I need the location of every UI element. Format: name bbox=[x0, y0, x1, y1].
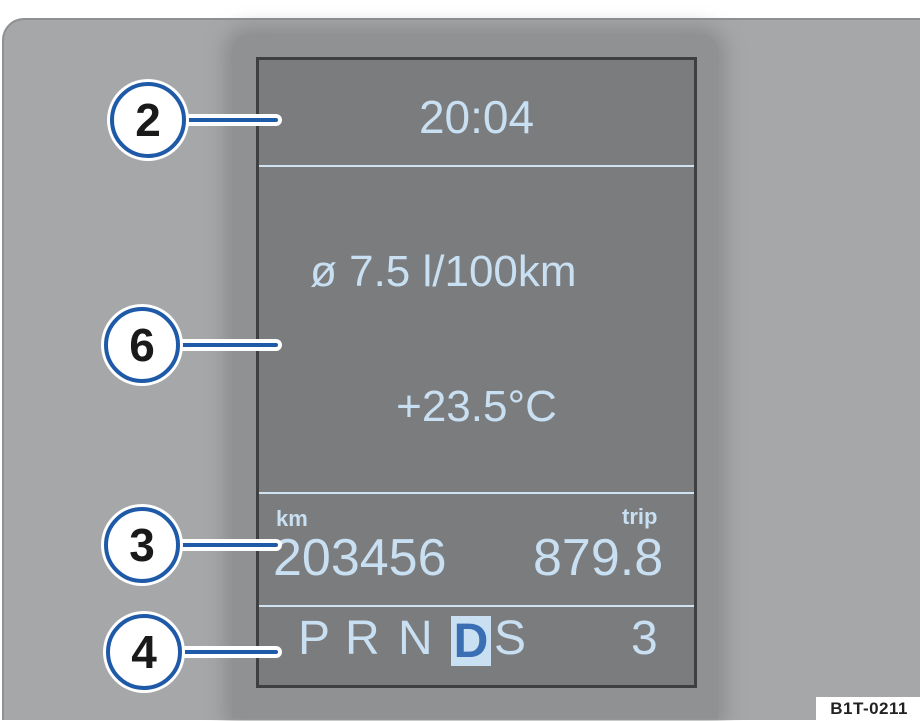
gear-r: R bbox=[345, 612, 380, 665]
callout-3-leader-line bbox=[176, 539, 282, 551]
callout-3: 3 bbox=[104, 507, 180, 583]
callout-6: 6 bbox=[104, 307, 180, 383]
callout-6-leader-line bbox=[176, 339, 282, 351]
trip-value: 879.8 bbox=[533, 529, 664, 587]
fuel-consumption: ø 7.5 l/100km bbox=[310, 247, 577, 296]
callout-2: 2 bbox=[110, 82, 186, 158]
separator-line bbox=[259, 165, 694, 167]
gear-p: P bbox=[298, 612, 331, 665]
callout-4: 4 bbox=[106, 614, 182, 690]
outside-temperature: +23.5°C bbox=[396, 382, 557, 431]
separator-line bbox=[259, 492, 694, 494]
display-screen bbox=[256, 57, 697, 688]
gear-n: N bbox=[398, 612, 433, 665]
gear-s: S bbox=[494, 612, 527, 665]
separator-line bbox=[259, 605, 694, 607]
callout-2-leader-line bbox=[182, 114, 282, 126]
callout-4-leader-line bbox=[178, 646, 282, 658]
trip-label: trip bbox=[622, 504, 658, 529]
figure-code: B1T-0211 bbox=[816, 697, 920, 721]
odometer-label: km bbox=[276, 506, 308, 531]
gear-d-selected: D bbox=[451, 616, 491, 668]
gear-number: 3 bbox=[631, 612, 658, 665]
clock-time: 20:04 bbox=[418, 91, 535, 143]
odometer-value: 203456 bbox=[273, 529, 447, 587]
